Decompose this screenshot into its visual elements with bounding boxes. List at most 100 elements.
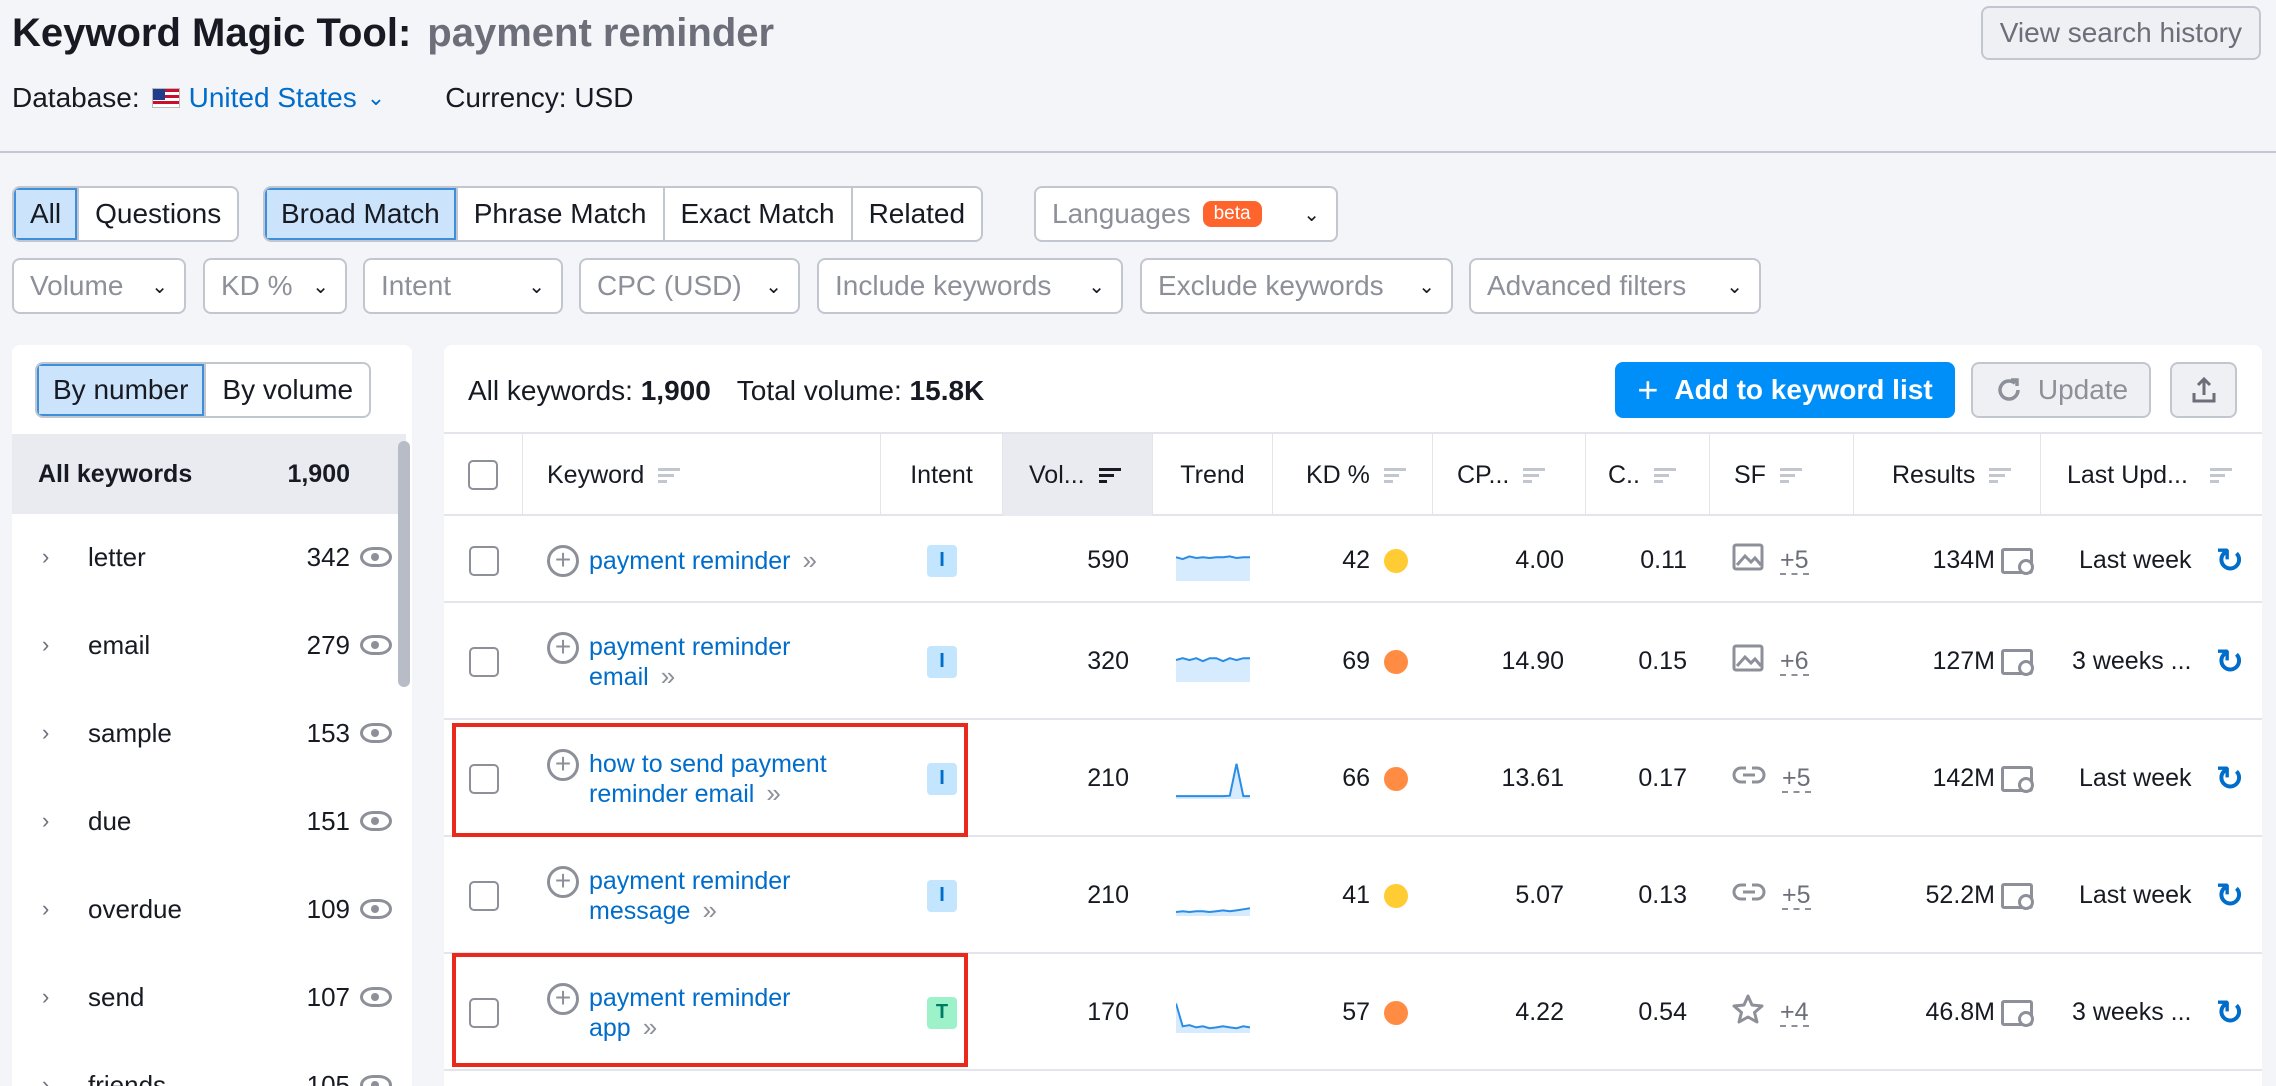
eye-icon[interactable] <box>360 899 392 919</box>
sf-more-link[interactable]: +5 <box>1782 882 1811 910</box>
serp-icon[interactable] <box>2001 648 2034 676</box>
eye-icon[interactable] <box>360 635 392 655</box>
group-all-count: 1,900 <box>287 459 350 488</box>
filter-label: Include keywords <box>835 270 1052 301</box>
chevron-down-icon[interactable]: ⌄ <box>367 85 385 111</box>
sf-more-link[interactable]: +5 <box>1782 765 1811 793</box>
sort-icon[interactable] <box>1989 465 2012 486</box>
group-item[interactable]: › sample 153 <box>12 689 406 777</box>
sort-icon[interactable] <box>1383 465 1406 486</box>
row-checkbox[interactable] <box>468 646 499 677</box>
intent-cell: I <box>881 518 1003 603</box>
group-item[interactable]: › overdue 109 <box>12 865 406 953</box>
table-row[interactable]: + payment reminder » I 590 42 4.00 0.11 +… <box>444 518 2262 603</box>
last-updated-cell: 3 weeks ... ↻ <box>2041 603 2262 720</box>
view-search-history-button[interactable]: View search history <box>1980 6 2261 60</box>
exclude-keywords-filter[interactable]: Exclude keywords ⌄ <box>1140 258 1453 314</box>
eye-icon[interactable] <box>360 987 392 1007</box>
chevron-right-icon[interactable]: › <box>42 720 72 746</box>
col-cpc[interactable]: CP... <box>1433 434 1586 516</box>
tab-all[interactable]: All <box>14 188 80 240</box>
languages-dropdown[interactable]: Languages beta ⌄ <box>1034 186 1338 242</box>
tab-phrase-match[interactable]: Phrase Match <box>458 188 665 240</box>
col-sf[interactable]: SF <box>1710 434 1854 516</box>
intent-badge[interactable]: I <box>927 645 957 678</box>
volume-filter[interactable]: Volume ⌄ <box>12 258 186 314</box>
intent-badge[interactable]: I <box>927 879 957 912</box>
group-item[interactable]: › email 279 <box>12 601 406 689</box>
groups-scrollbar[interactable] <box>398 441 410 687</box>
keyword-overview-icon[interactable]: » <box>802 545 817 575</box>
refresh-icon[interactable]: ↻ <box>2216 541 2245 581</box>
col-last-updated[interactable]: Last Upd... <box>2041 434 2262 516</box>
keyword-overview-icon[interactable]: » <box>702 895 717 925</box>
group-item[interactable]: › letter 342 <box>12 513 406 601</box>
chevron-right-icon[interactable]: › <box>42 1072 72 1086</box>
serp-icon[interactable] <box>2001 882 2034 910</box>
add-keyword-icon[interactable]: + <box>547 544 579 577</box>
export-button[interactable] <box>2170 362 2237 418</box>
tab-questions[interactable]: Questions <box>79 188 237 240</box>
intent-badge[interactable]: I <box>927 544 957 577</box>
filter-label: Exclude keywords <box>1158 270 1384 301</box>
chevron-right-icon[interactable]: › <box>42 544 72 570</box>
sort-icon[interactable] <box>658 465 681 486</box>
cpc-filter[interactable]: CPC (USD) ⌄ <box>579 258 800 314</box>
database-selector[interactable]: United States <box>189 82 357 114</box>
update-button[interactable]: Update <box>1971 362 2151 418</box>
eye-icon[interactable] <box>360 1075 392 1086</box>
col-keyword[interactable]: Keyword <box>523 434 881 516</box>
row-checkbox[interactable] <box>468 545 499 576</box>
add-keyword-icon[interactable]: + <box>547 865 579 898</box>
refresh-icon[interactable]: ↻ <box>2216 642 2245 682</box>
select-all-checkbox[interactable] <box>468 460 498 490</box>
group-item[interactable]: › due 151 <box>12 777 406 865</box>
add-to-keyword-list-button[interactable]: + Add to keyword list <box>1615 362 1955 418</box>
table-row[interactable]: + payment reminder email» I 320 69 14.90 … <box>444 603 2262 720</box>
refresh-icon[interactable]: ↻ <box>2216 993 2245 1033</box>
tab-related[interactable]: Related <box>853 188 982 240</box>
by-number-button[interactable]: By number <box>37 364 207 416</box>
group-item[interactable]: › send 107 <box>12 953 406 1041</box>
keyword-link[interactable]: payment reminder message » <box>589 867 790 926</box>
col-competition[interactable]: C.. <box>1586 434 1710 516</box>
col-results[interactable]: Results <box>1854 434 2041 516</box>
chevron-right-icon[interactable]: › <box>42 808 72 834</box>
col-kd[interactable]: KD % <box>1273 434 1433 516</box>
serp-icon[interactable] <box>2001 999 2034 1027</box>
include-keywords-filter[interactable]: Include keywords ⌄ <box>817 258 1123 314</box>
row-checkbox[interactable] <box>468 880 499 911</box>
sort-icon[interactable] <box>1098 465 1121 486</box>
tab-exact-match[interactable]: Exact Match <box>665 188 853 240</box>
keyword-overview-icon[interactable]: » <box>661 661 676 691</box>
by-volume-button[interactable]: By volume <box>206 364 369 416</box>
eye-icon[interactable] <box>360 811 392 831</box>
serp-icon[interactable] <box>2001 765 2034 793</box>
table-row[interactable]: + payment reminder message » I 210 41 5.07… <box>444 837 2262 954</box>
chevron-right-icon[interactable]: › <box>42 984 72 1010</box>
keyword-link[interactable]: payment reminder email » <box>589 633 790 692</box>
sort-icon[interactable] <box>1653 465 1676 486</box>
sort-icon[interactable] <box>1779 465 1802 486</box>
col-volume[interactable]: Vol... <box>1003 434 1153 516</box>
eye-icon[interactable] <box>360 547 392 567</box>
group-all-keywords[interactable]: All keywords 1,900 <box>12 434 406 514</box>
sort-icon[interactable] <box>2209 465 2232 486</box>
keyword-link[interactable]: payment reminder » <box>589 545 817 576</box>
tab-broad-match[interactable]: Broad Match <box>265 188 458 240</box>
kd-filter[interactable]: KD % ⌄ <box>203 258 347 314</box>
chevron-right-icon[interactable]: › <box>42 896 72 922</box>
chevron-right-icon[interactable]: › <box>42 632 72 658</box>
refresh-icon[interactable]: ↻ <box>2216 876 2245 916</box>
add-keyword-icon[interactable]: + <box>547 631 579 664</box>
sf-more-link[interactable]: +5 <box>1780 547 1809 575</box>
refresh-icon[interactable]: ↻ <box>2216 759 2245 799</box>
sf-more-link[interactable]: +6 <box>1780 648 1809 676</box>
eye-icon[interactable] <box>360 723 392 743</box>
group-item[interactable]: › friends 105 <box>12 1041 406 1086</box>
serp-icon[interactable] <box>2001 547 2034 575</box>
sort-icon[interactable] <box>1523 465 1546 486</box>
advanced-filters[interactable]: Advanced filters ⌄ <box>1469 258 1761 314</box>
intent-filter[interactable]: Intent ⌄ <box>363 258 563 314</box>
sf-more-link[interactable]: +4 <box>1780 999 1809 1027</box>
